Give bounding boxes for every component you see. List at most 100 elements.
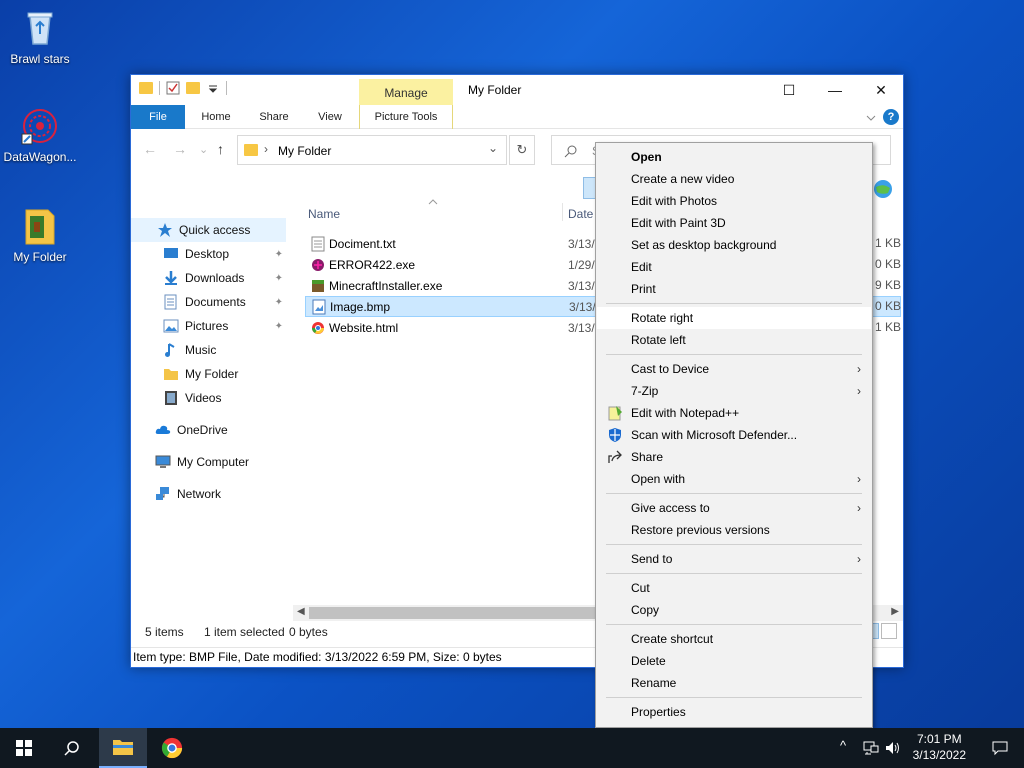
menu-item-cut[interactable]: Cut	[597, 577, 871, 599]
sidebar-item-videos[interactable]: Videos	[131, 386, 287, 410]
tab-picture-tools[interactable]: Picture Tools	[359, 105, 453, 129]
properties-icon[interactable]	[166, 81, 180, 95]
scroll-left-icon[interactable]: ◀	[297, 606, 305, 617]
address-dropdown-icon[interactable]: ⌄	[488, 141, 498, 155]
maximize-button[interactable]: ☐	[766, 75, 812, 105]
tab-view[interactable]: View	[307, 105, 353, 129]
large-icons-view-button[interactable]	[881, 623, 897, 639]
menu-item-delete[interactable]: Delete	[597, 650, 871, 672]
volume-icon[interactable]	[885, 740, 901, 756]
sidebar-item-my-computer[interactable]: My Computer	[131, 450, 287, 474]
file-name: Dociment.txt	[329, 236, 396, 251]
menu-item-edit-paint3d[interactable]: Edit with Paint 3D	[597, 212, 871, 234]
sidebar-item-my-folder[interactable]: My Folder	[131, 362, 287, 386]
file-name: Image.bmp	[330, 299, 391, 314]
menu-item-edit-photos[interactable]: Edit with Photos	[597, 190, 871, 212]
desktop-icon-my-folder[interactable]: My Folder	[0, 206, 80, 264]
file-date: 1/29/	[568, 257, 595, 272]
qat-separator	[226, 81, 227, 95]
scroll-thumb[interactable]	[309, 607, 599, 619]
taskbar-chrome[interactable]	[148, 728, 196, 768]
sidebar-item-music[interactable]: Music	[131, 338, 287, 362]
pin-icon[interactable]: ✦	[275, 273, 283, 284]
menu-item-send-to[interactable]: Send to ›	[597, 548, 871, 570]
search-icon	[564, 145, 577, 158]
menu-item-share[interactable]: Share	[597, 446, 871, 468]
qat-dropdown-icon[interactable]	[206, 81, 220, 95]
breadcrumb[interactable]: My Folder	[278, 144, 331, 158]
menu-item-label: Set as desktop background	[631, 238, 777, 252]
tray-overflow-icon[interactable]: ^	[840, 738, 846, 753]
window-title: My Folder	[468, 83, 522, 97]
sidebar-item-documents[interactable]: Documents ✦	[131, 290, 287, 314]
sidebar-item-desktop[interactable]: Desktop ✦	[131, 242, 287, 266]
tab-share[interactable]: Share	[251, 105, 297, 129]
desktop-icon-recycle[interactable]: Brawl stars	[0, 8, 80, 66]
menu-item-scan-defender[interactable]: Scan with Microsoft Defender...	[597, 424, 871, 446]
title-bar[interactable]: Manage My Folder — ☐ ✕	[131, 75, 903, 105]
sidebar-item-network[interactable]: Network	[131, 482, 287, 506]
notification-button[interactable]	[976, 728, 1024, 768]
pin-icon[interactable]: ✦	[275, 321, 283, 332]
up-button[interactable]: ↑	[217, 141, 224, 157]
ribbon-expand-icon[interactable]	[865, 112, 877, 124]
menu-item-notepadpp[interactable]: Edit with Notepad++	[597, 402, 871, 424]
search-button[interactable]	[48, 728, 96, 768]
menu-item-give-access[interactable]: Give access to ›	[597, 497, 871, 519]
menu-item-open-with[interactable]: Open with ›	[597, 468, 871, 490]
menu-item-set-background[interactable]: Set as desktop background	[597, 234, 871, 256]
menu-item-copy[interactable]: Copy	[597, 599, 871, 621]
scroll-right-icon[interactable]: ▶	[891, 606, 899, 617]
breadcrumb-separator: ›	[264, 142, 268, 156]
sidebar-item-label: Quick access	[179, 223, 251, 237]
close-button[interactable]: ✕	[858, 75, 904, 105]
forward-button[interactable]: →	[173, 141, 187, 157]
minimize-button[interactable]: —	[812, 75, 858, 105]
menu-item-cast-to-device[interactable]: Cast to Device ›	[597, 358, 871, 380]
menu-item-rename[interactable]: Rename	[597, 672, 871, 694]
menu-item-print[interactable]: Print	[597, 278, 871, 300]
tab-home[interactable]: Home	[193, 105, 239, 129]
sidebar-item-label: Documents	[185, 295, 246, 309]
tab-file[interactable]: File	[131, 105, 185, 129]
address-bar[interactable]: › My Folder ⌄	[237, 135, 507, 165]
sidebar-item-quick-access[interactable]: Quick access	[131, 218, 286, 242]
sidebar-item-pictures[interactable]: Pictures ✦	[131, 314, 287, 338]
column-header-date[interactable]: Date	[568, 207, 593, 221]
menu-item-open[interactable]: Open	[597, 146, 871, 168]
menu-item-7zip[interactable]: 7-Zip ›	[597, 380, 871, 402]
column-header-name[interactable]: Name	[308, 207, 340, 221]
menu-item-label: Create shortcut	[631, 632, 714, 646]
minecraft-icon	[312, 279, 324, 292]
menu-item-create-shortcut[interactable]: Create shortcut	[597, 628, 871, 650]
menu-item-properties[interactable]: Properties	[597, 701, 871, 723]
context-menu: Open Create a new video Edit with Photos…	[595, 142, 873, 728]
desktop-icon-datawagon[interactable]: DataWagon...	[0, 106, 80, 164]
menu-item-restore-versions[interactable]: Restore previous versions	[597, 519, 871, 541]
pin-icon[interactable]: ✦	[275, 249, 283, 260]
system-clock[interactable]: 7:01 PM 3/13/2022	[913, 731, 966, 763]
menu-item-rotate-left[interactable]: Rotate left	[597, 329, 871, 351]
sidebar-item-onedrive[interactable]: OneDrive	[131, 418, 287, 442]
taskbar-file-explorer[interactable]	[99, 728, 147, 768]
network-icon[interactable]	[863, 740, 879, 756]
sidebar-item-downloads[interactable]: Downloads ✦	[131, 266, 287, 290]
new-folder-icon[interactable]	[186, 82, 200, 94]
menu-item-label: Create a new video	[631, 172, 735, 186]
taskbar: ^ 7:01 PM 3/13/2022	[0, 728, 1024, 768]
selection-count: 1 item selected	[204, 625, 285, 639]
back-button[interactable]: ←	[143, 141, 157, 157]
column-divider[interactable]	[562, 203, 563, 221]
menu-item-label: Copy	[631, 603, 660, 617]
recent-locations-button[interactable]: ⌄	[199, 143, 208, 156]
manage-tab[interactable]: Manage	[359, 79, 453, 105]
refresh-button[interactable]: ↻	[509, 135, 535, 165]
pin-icon[interactable]: ✦	[275, 297, 283, 308]
menu-item-edit[interactable]: Edit	[597, 256, 871, 278]
help-icon[interactable]: ?	[883, 109, 899, 125]
windows-logo-icon	[16, 740, 32, 756]
star-icon	[158, 223, 172, 237]
start-button[interactable]	[0, 728, 48, 768]
menu-item-create-video[interactable]: Create a new video	[597, 168, 871, 190]
menu-item-rotate-right[interactable]: Rotate right	[597, 307, 871, 329]
